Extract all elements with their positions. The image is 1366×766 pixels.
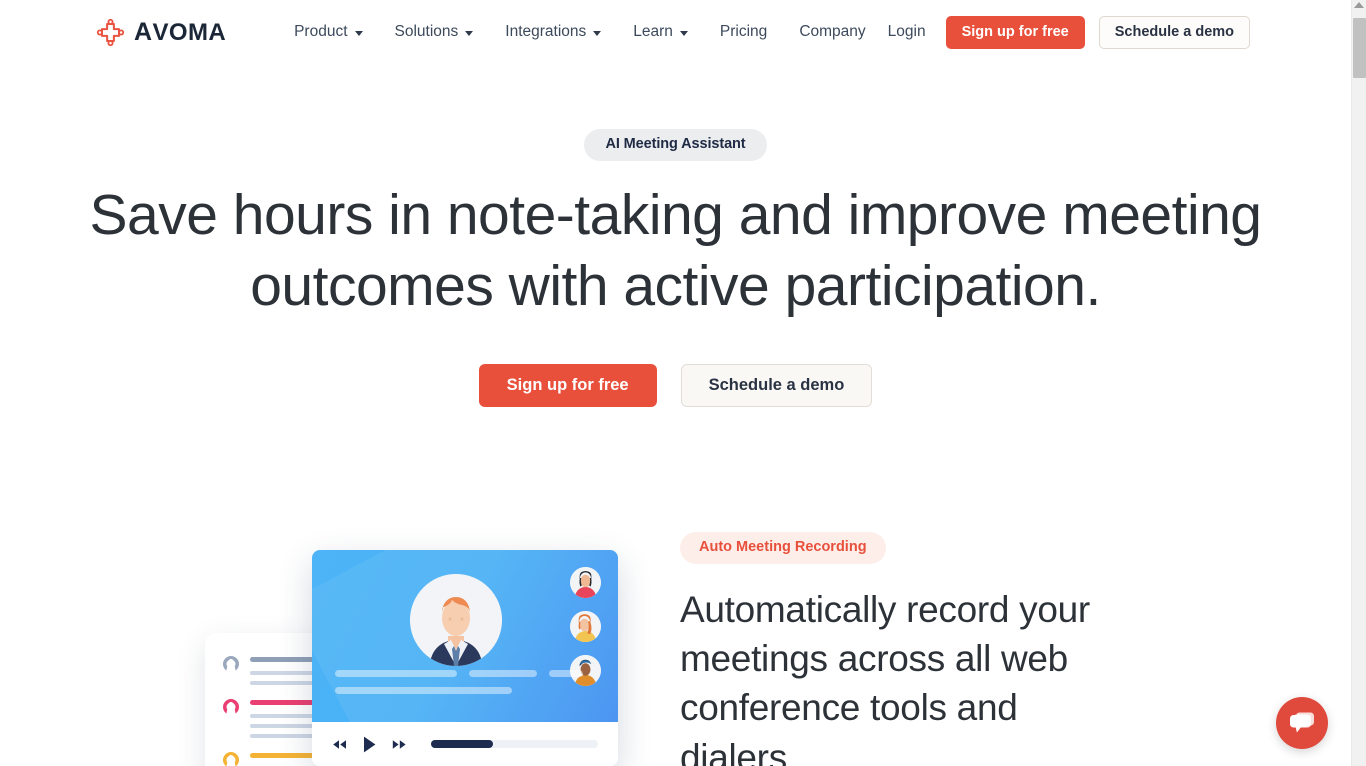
- chevron-down-icon: [593, 30, 602, 36]
- caption-placeholder-lines: [335, 670, 585, 694]
- nav-item-solutions[interactable]: Solutions: [379, 17, 490, 47]
- playback-progress-fill: [431, 740, 493, 748]
- nav-item-company[interactable]: Company: [783, 17, 881, 47]
- nav-label: Integrations: [505, 23, 587, 40]
- feature-heading: Automatically record your meetings acros…: [680, 588, 1090, 766]
- nav-item-learn[interactable]: Learn: [617, 17, 704, 47]
- chevron-down-icon: [354, 30, 363, 36]
- avoma-logo[interactable]: AVOMA: [96, 18, 226, 47]
- site-header: AVOMA Product Solutions Integrations Lea…: [0, 0, 1351, 64]
- primary-navigation: Product Solutions Integrations Learn Pri…: [278, 17, 882, 47]
- speaker-avatar-icon: [223, 656, 239, 672]
- feature-illustration: [0, 512, 680, 766]
- participant-avatar[interactable]: [570, 611, 601, 642]
- chat-widget-button[interactable]: [1276, 697, 1328, 749]
- nav-label: Pricing: [719, 23, 768, 40]
- hero-schedule-demo-button[interactable]: Schedule a demo: [680, 364, 873, 408]
- play-icon[interactable]: [363, 736, 376, 753]
- page-scrollbar[interactable]: [1351, 0, 1366, 766]
- login-link[interactable]: Login: [882, 19, 932, 45]
- main-speaker-avatar: [410, 574, 502, 666]
- hero-section: AI Meeting Assistant Save hours in note-…: [0, 64, 1351, 408]
- nav-item-integrations[interactable]: Integrations: [489, 17, 617, 47]
- hero-title: Save hours in note-taking and improve me…: [89, 182, 1262, 318]
- avoma-cross-logo-icon: [96, 18, 125, 47]
- header-schedule-demo-button[interactable]: Schedule a demo: [1098, 15, 1251, 49]
- nav-label: Solutions: [394, 23, 459, 40]
- page-viewport: AVOMA Product Solutions Integrations Lea…: [0, 0, 1351, 766]
- rewind-icon[interactable]: [332, 739, 347, 750]
- nav-label: Product: [294, 23, 348, 40]
- brand-name: AVOMA: [134, 17, 227, 46]
- hero-cta-group: Sign up for free Schedule a demo: [0, 364, 1351, 408]
- header-signup-button[interactable]: Sign up for free: [945, 15, 1085, 49]
- player-screen: [312, 550, 618, 722]
- participant-avatar-list: [570, 567, 601, 686]
- nav-label: Learn: [633, 23, 673, 40]
- playback-progress-bar[interactable]: [431, 740, 598, 748]
- feature-copy: Auto Meeting Recording Automatically rec…: [680, 512, 1240, 766]
- scroll-up-arrow-icon[interactable]: [1354, 2, 1364, 8]
- nav-item-product[interactable]: Product: [278, 17, 378, 47]
- video-player-mock: [312, 550, 618, 766]
- hero-signup-button[interactable]: Sign up for free: [478, 364, 657, 408]
- scrollbar-thumb[interactable]: [1353, 18, 1366, 78]
- player-controls: [312, 722, 618, 766]
- fast-forward-icon[interactable]: [392, 739, 407, 750]
- participant-avatar[interactable]: [570, 567, 601, 598]
- chevron-down-icon: [679, 30, 688, 36]
- nav-label: Company: [799, 23, 866, 40]
- hero-badge: AI Meeting Assistant: [584, 129, 767, 161]
- speaker-avatar-icon: [223, 699, 239, 715]
- chevron-down-icon: [465, 30, 474, 36]
- speaker-avatar-icon: [223, 752, 239, 766]
- header-actions: Login Sign up for free Schedule a demo: [882, 15, 1251, 49]
- feature-badge: Auto Meeting Recording: [680, 532, 886, 564]
- feature-section-auto-recording: Auto Meeting Recording Automatically rec…: [0, 512, 1351, 766]
- chat-bubble-icon: [1290, 712, 1314, 733]
- nav-item-pricing[interactable]: Pricing: [704, 17, 783, 47]
